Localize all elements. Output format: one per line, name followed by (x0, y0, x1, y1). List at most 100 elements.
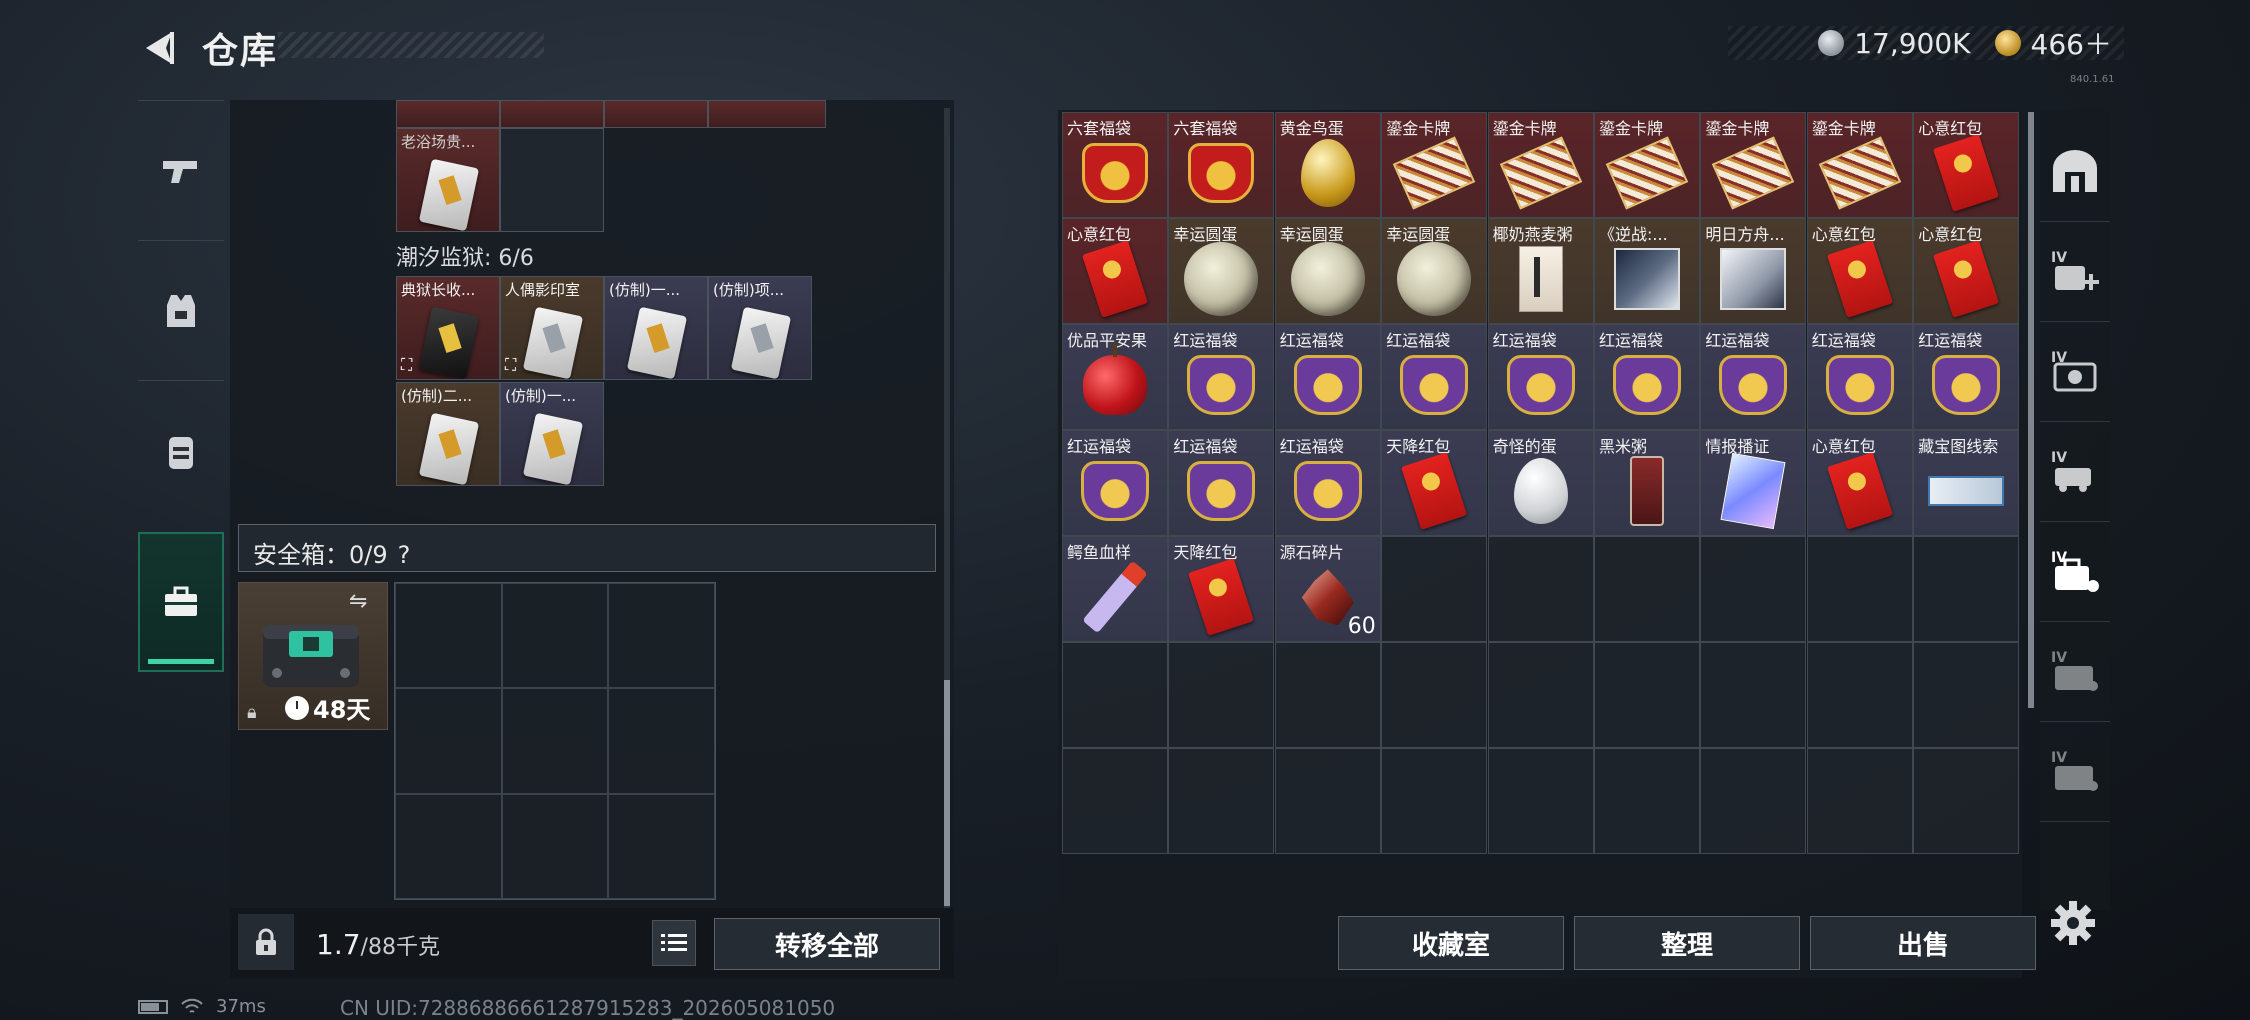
empty-slot[interactable] (500, 128, 604, 232)
stash-item[interactable]: 红运福袋 (1700, 324, 1807, 430)
nav-storage-chest-a[interactable]: IV (2040, 622, 2110, 722)
partial-cell[interactable] (604, 100, 708, 128)
gold-amount[interactable]: 466＋ (2031, 23, 2112, 63)
empty-slot[interactable] (501, 583, 609, 689)
partial-cell[interactable] (396, 100, 500, 128)
inventory-item[interactable]: 人偶影印室 ⛶ (500, 276, 604, 380)
inventory-item[interactable]: (仿制)项... (708, 276, 812, 380)
stash-item[interactable]: 天降红包 (1381, 430, 1488, 536)
stash-item[interactable]: 六套福袋 (1168, 112, 1275, 218)
stash-item[interactable]: 心意红包 (1806, 218, 1913, 324)
empty-slot[interactable] (395, 688, 502, 794)
partial-cell[interactable] (708, 100, 826, 128)
empty-slot[interactable] (1594, 642, 1700, 748)
nav-storage-toolbox[interactable]: IV (2040, 522, 2110, 622)
empty-slot[interactable] (1700, 642, 1807, 748)
list-view-button[interactable] (652, 920, 696, 966)
empty-slot[interactable] (1487, 536, 1594, 642)
stash-item[interactable]: 心意红包 (1913, 112, 2020, 218)
inventory-item[interactable]: 典狱长收... ⛶ (396, 276, 500, 380)
nav-storage-vehicle[interactable]: IV (2040, 422, 2110, 522)
left-scrollbar-thumb[interactable] (944, 680, 950, 906)
stash-item[interactable]: 优品平安果 (1062, 324, 1168, 430)
empty-slot[interactable] (1700, 748, 1807, 854)
stash-item[interactable]: 鎏金卡牌 (1700, 112, 1807, 218)
empty-slot[interactable] (1806, 536, 1913, 642)
empty-slot[interactable] (501, 688, 609, 794)
stash-item[interactable]: 情报播证 (1700, 430, 1807, 536)
empty-slot[interactable] (608, 583, 715, 689)
stash-item[interactable]: 《逆战:... (1594, 218, 1700, 324)
stash-item[interactable]: 天降红包 (1168, 536, 1275, 642)
partial-cell[interactable] (500, 100, 604, 128)
empty-slot[interactable] (608, 793, 715, 899)
stash-item[interactable]: 黑米粥 (1594, 430, 1700, 536)
help-icon[interactable]: ? (398, 541, 411, 569)
nav-storage-add[interactable]: IV (2040, 222, 2110, 322)
stash-item[interactable]: 心意红包 (1062, 218, 1168, 324)
settings-gear-icon[interactable] (2048, 898, 2098, 948)
empty-slot[interactable] (1806, 748, 1913, 854)
stash-item[interactable]: 红运福袋 (1274, 324, 1381, 430)
empty-slot[interactable] (1594, 748, 1700, 854)
empty-slot[interactable] (1168, 748, 1275, 854)
empty-slot[interactable] (1594, 536, 1700, 642)
empty-slot[interactable] (395, 793, 502, 899)
tab-armor[interactable] (138, 240, 224, 380)
inventory-item[interactable]: (仿制)一... (604, 276, 708, 380)
empty-slot[interactable] (1274, 642, 1381, 748)
stash-item[interactable]: 椰奶燕麦粥 (1487, 218, 1594, 324)
stash-item[interactable]: 红运福袋 (1381, 324, 1488, 430)
empty-slot[interactable] (1381, 748, 1488, 854)
collection-room-button[interactable]: 收藏室 (1338, 916, 1564, 970)
nav-shelter[interactable] (2040, 122, 2110, 222)
stash-item[interactable]: 红运福袋 (1062, 430, 1168, 536)
organize-button[interactable]: 整理 (1574, 916, 1800, 970)
inventory-item[interactable]: (仿制)二... (396, 382, 500, 486)
empty-slot[interactable] (1806, 642, 1913, 748)
empty-slot[interactable] (1487, 748, 1594, 854)
stash-item[interactable]: 幸运圆蛋 (1274, 218, 1381, 324)
stash-item[interactable]: 红运福袋 (1168, 430, 1275, 536)
safebox-item[interactable]: ⇋ 🔒︎ 48天 (238, 582, 388, 730)
lock-button[interactable] (238, 914, 294, 970)
nav-storage-camera[interactable]: IV (2040, 322, 2110, 422)
inventory-item[interactable]: (仿制)一... (500, 382, 604, 486)
empty-slot[interactable] (1062, 748, 1168, 854)
stash-item[interactable]: 心意红包 (1913, 218, 2020, 324)
stash-item[interactable]: 红运福袋 (1168, 324, 1275, 430)
swap-icon[interactable]: ⇋ (349, 589, 379, 614)
right-scrollbar[interactable] (2028, 112, 2034, 708)
nav-storage-chest-b[interactable]: IV (2040, 722, 2110, 822)
empty-slot[interactable] (1913, 536, 2020, 642)
stash-item[interactable]: 奇怪的蛋 (1487, 430, 1594, 536)
stash-item[interactable]: 明日方舟... (1700, 218, 1807, 324)
stash-item[interactable]: 红运福袋 (1487, 324, 1594, 430)
empty-slot[interactable] (1381, 536, 1488, 642)
stash-item[interactable]: 鎏金卡牌 (1806, 112, 1913, 218)
inventory-item[interactable]: 老浴场贵... (396, 128, 500, 232)
empty-slot[interactable] (1381, 642, 1488, 748)
stash-item[interactable]: 黄金鸟蛋 (1274, 112, 1381, 218)
stash-item[interactable]: 红运福袋 (1806, 324, 1913, 430)
tab-backpack[interactable] (138, 380, 224, 520)
stash-item[interactable]: 鎏金卡牌 (1487, 112, 1594, 218)
empty-slot[interactable] (395, 583, 502, 689)
stash-item[interactable]: 源石碎片 60 (1274, 536, 1381, 642)
empty-slot[interactable] (608, 688, 715, 794)
back-arrow-icon[interactable] (138, 26, 178, 70)
empty-slot[interactable] (1274, 748, 1381, 854)
stash-item[interactable]: 鳄鱼血样 (1062, 536, 1168, 642)
stash-item[interactable]: 红运福袋 (1594, 324, 1700, 430)
sell-button[interactable]: 出售 (1810, 916, 2036, 970)
stash-item[interactable]: 幸运圆蛋 (1381, 218, 1488, 324)
empty-slot[interactable] (1062, 642, 1168, 748)
stash-item[interactable]: 六套福袋 (1062, 112, 1168, 218)
empty-slot[interactable] (1700, 536, 1807, 642)
stash-item[interactable]: 红运福袋 (1913, 324, 2020, 430)
empty-slot[interactable] (1168, 642, 1275, 748)
empty-slot[interactable] (1913, 748, 2020, 854)
transfer-all-button[interactable]: 转移全部 (714, 918, 940, 970)
stash-item[interactable]: 幸运圆蛋 (1168, 218, 1275, 324)
stash-item[interactable]: 心意红包 (1806, 430, 1913, 536)
